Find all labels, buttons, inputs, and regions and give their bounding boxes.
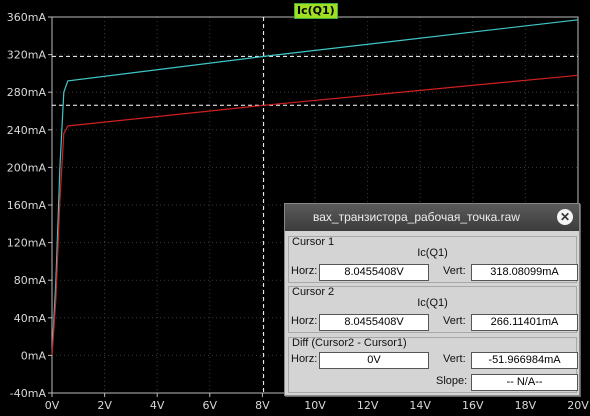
panel-titlebar[interactable]: вах_транзистора_рабочая_точка.raw ✕ xyxy=(285,204,579,231)
y-tick-label: 200mA xyxy=(7,161,47,174)
y-tick-label: 120mA xyxy=(7,237,47,250)
cursor2-vert-field[interactable]: 266.11401mA xyxy=(471,314,578,331)
slope-field[interactable]: -- N/A-- xyxy=(471,374,578,391)
close-icon[interactable]: ✕ xyxy=(557,209,573,225)
cursor2-group: Cursor 2 Ic(Q1) Horz: 8.0455408V Vert: 2… xyxy=(288,286,578,333)
cursor-panel[interactable]: вах_транзистора_рабочая_точка.raw ✕ Curs… xyxy=(284,203,580,396)
cursor1-vert-label: Vert: xyxy=(443,265,466,277)
cursor2-horz-label: Horz: xyxy=(291,315,318,327)
diff-horz-field[interactable]: 0V xyxy=(319,352,429,369)
cursor2-vert-label: Vert: xyxy=(443,315,466,327)
diff-vert-field[interactable]: -51.966984mA xyxy=(471,352,578,369)
diff-horz-label: Horz: xyxy=(291,353,318,365)
y-tick-label: 40mA xyxy=(14,312,47,325)
slope-label: Slope: xyxy=(436,375,468,387)
cursor1-trace: Ic(Q1) xyxy=(417,247,448,259)
x-tick-label: 14V xyxy=(409,399,431,412)
x-tick-label: 4V xyxy=(150,399,165,412)
y-tick-label: -40mA xyxy=(10,387,47,400)
x-tick-label: 2V xyxy=(97,399,112,412)
x-tick-label: 10V xyxy=(304,399,326,412)
y-tick-label: 240mA xyxy=(7,124,47,137)
x-tick-label: 12V xyxy=(357,399,379,412)
y-axis-ticks: -40mA 0mA 40mA 80mA 120mA 160mA 200mA 240mA 280m… xyxy=(7,11,52,400)
diff-vert-label: Vert: xyxy=(443,353,466,365)
diff-group: Diff (Cursor2 - Cursor1) Horz: 0V Vert: … xyxy=(288,337,578,393)
diff-title: Diff (Cursor2 - Cursor1) xyxy=(292,337,407,349)
y-tick-label: 280mA xyxy=(7,86,47,99)
y-tick-label: 320mA xyxy=(7,49,47,62)
cursor1-group: Cursor 1 Ic(Q1) Horz: 8.0455408V Vert: 3… xyxy=(288,236,578,283)
x-tick-label: 8V xyxy=(255,399,270,412)
cursor2-horz-field[interactable]: 8.0455408V xyxy=(319,314,429,331)
y-tick-label: 160mA xyxy=(7,199,47,212)
cursor1-horz-field[interactable]: 8.0455408V xyxy=(319,264,429,281)
x-tick-label: 18V xyxy=(515,399,537,412)
x-tick-label: 0V xyxy=(45,399,60,412)
cursor1-vert-field[interactable]: 318.08099mA xyxy=(471,264,578,281)
x-tick-label: 20V xyxy=(567,399,589,412)
y-tick-label: 80mA xyxy=(14,274,47,287)
x-tick-label: 16V xyxy=(462,399,484,412)
y-tick-label: 360mA xyxy=(7,11,47,24)
trace-label[interactable]: Ic(Q1) xyxy=(294,3,338,19)
cursor1-horz-label: Horz: xyxy=(291,265,318,277)
cursor2-trace: Ic(Q1) xyxy=(417,297,448,309)
x-tick-label: 6V xyxy=(203,399,218,412)
y-tick-label: 0mA xyxy=(21,349,47,362)
panel-title: вах_транзистора_рабочая_точка.raw xyxy=(313,210,520,224)
